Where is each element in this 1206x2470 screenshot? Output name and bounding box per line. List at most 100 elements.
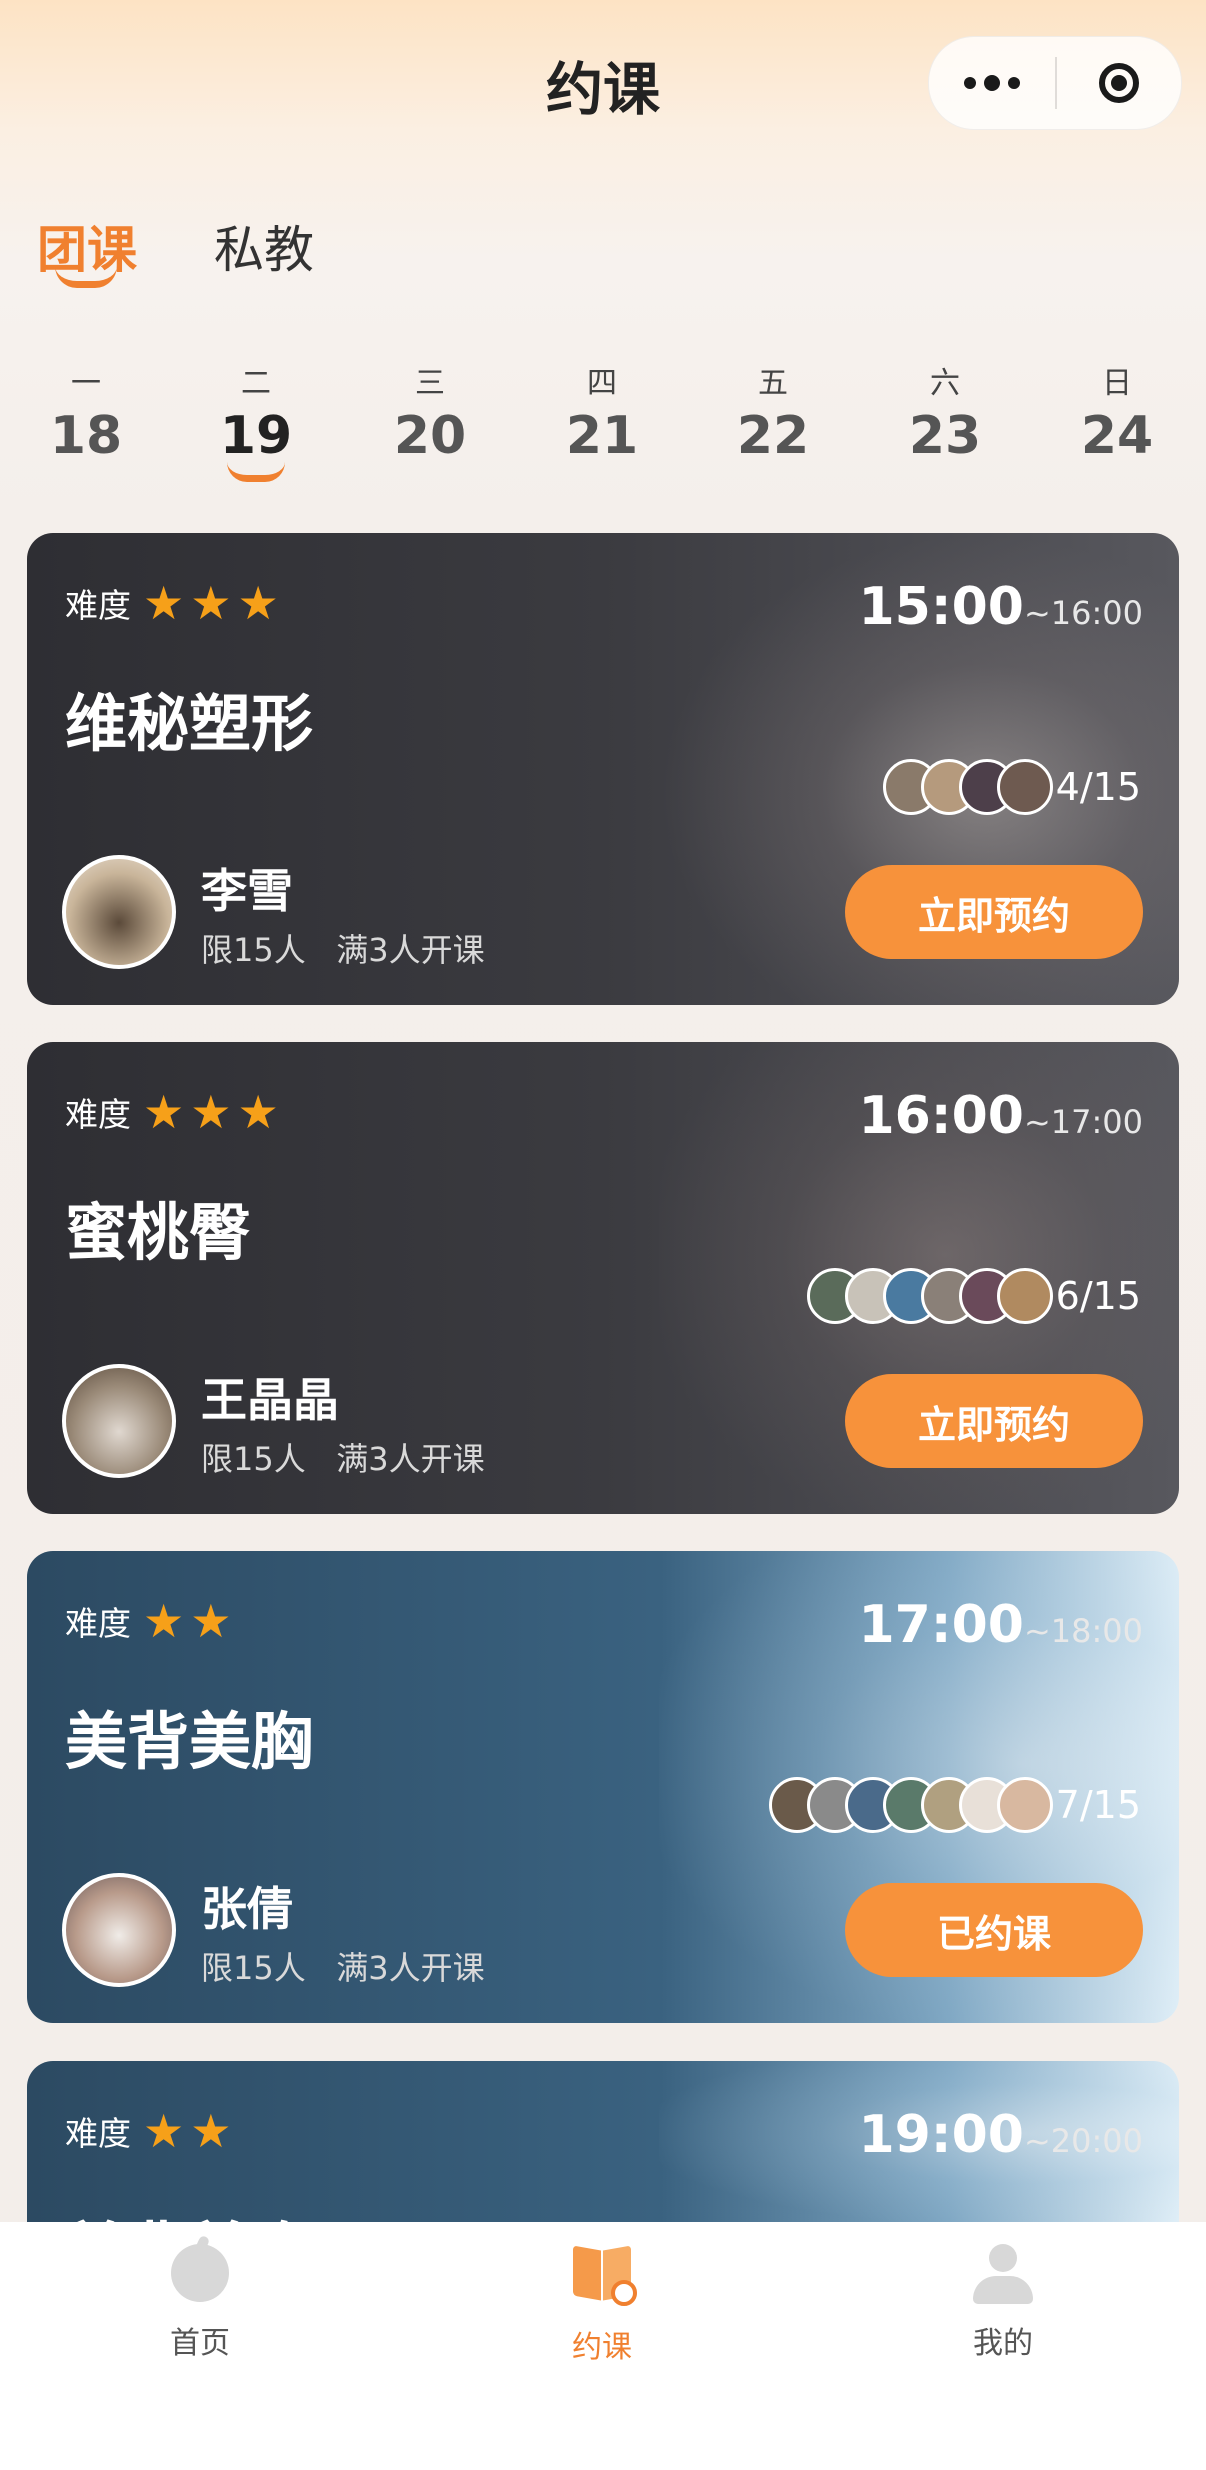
class-limit: 限15人 满3人开课 [201,1943,485,1989]
attendee-avatars [769,1777,1053,1833]
class-limit: 限15人 满3人开课 [201,1434,485,1480]
tabbar-label: 我的 [973,2326,1033,2361]
profile-icon [973,2244,1033,2304]
tabbar-label: 首页 [170,2326,230,2361]
star-rating-icon: ★★ [143,2104,238,2158]
start-time: 19:00 [858,2105,1024,2165]
avatar [997,759,1053,815]
avatar [997,1268,1053,1324]
avatar [997,1777,1053,1833]
tabbar-item-profile[interactable]: 我的 [903,2244,1103,2362]
date-number: 23 [908,406,982,466]
attendee-avatars [807,1268,1053,1324]
date-number: 21 [565,406,639,466]
course-card[interactable]: 难度 ★★★ 16:00~17:00 蜜桃臀 6/15 王晶晶 限15人 满3人… [27,1042,1179,1514]
booking-icon [572,2245,637,2308]
day-wed[interactable]: 三 20 [360,364,500,466]
tabbar-label: 约课 [572,2330,632,2365]
tab-active-indicator [55,266,117,288]
day-sun[interactable]: 日 24 [1047,364,1187,466]
weekday-label: 四 [587,366,617,401]
day-sat[interactable]: 六 23 [875,364,1015,466]
end-time: ~20:00 [1023,2122,1143,2160]
course-time: 16:00~17:00 [858,1086,1143,1146]
attendee-avatars [883,759,1053,815]
bottom-tab-bar: 首页 约课 我的 [0,2222,1206,2470]
day-fri[interactable]: 五 22 [703,364,843,466]
course-time: 19:00~20:00 [858,2105,1143,2165]
course-card[interactable]: 难度 ★★ 19:00~20:00 美背美胸 [27,2061,1179,2222]
booked-count: 7/15 [1055,1783,1141,1827]
dot [1008,77,1020,89]
booked-button[interactable]: 已约课 [845,1883,1143,1977]
weekday-label: 三 [415,366,445,401]
capacity-text: 限15人 [201,1440,306,1478]
tabbar-item-booking[interactable]: 约课 [502,2244,702,2366]
selected-day-indicator [227,462,285,482]
weekday-label: 六 [930,366,960,401]
end-time: ~16:00 [1023,594,1143,632]
difficulty-label: 难度 [65,586,131,625]
coach-avatar [62,1873,176,1987]
coach-name: 王晶晶 [201,1373,339,1427]
coach-name: 张倩 [201,1882,293,1936]
min-size-text: 满3人开课 [336,1949,485,1987]
end-time: ~17:00 [1023,1103,1143,1141]
start-time: 17:00 [858,1595,1024,1655]
course-time: 17:00~18:00 [858,1595,1143,1655]
course-time: 15:00~16:00 [858,577,1143,637]
difficulty: 难度 ★★ [65,1597,237,1645]
star-rating-icon: ★★★ [143,1085,285,1139]
course-card[interactable]: 难度 ★★ 17:00~18:00 美背美胸 7/15 张倩 限15人 满3人开… [27,1551,1179,2023]
end-time: ~18:00 [1023,1612,1143,1650]
min-size-text: 满3人开课 [336,931,485,969]
day-thu[interactable]: 四 21 [532,364,672,466]
dot [984,75,1000,91]
coach-avatar [62,855,176,969]
booked-count: 6/15 [1055,1274,1141,1318]
weekday-label: 五 [758,366,788,401]
weekday-label: 一 [71,366,101,401]
more-menu-button[interactable] [929,37,1055,129]
star-rating-icon: ★★★ [143,576,285,630]
coach-avatar [62,1364,176,1478]
course-name: 维秘塑形 [65,687,314,760]
day-mon[interactable]: 一 18 [16,364,156,466]
difficulty-label: 难度 [65,1604,131,1643]
book-now-button[interactable]: 立即预约 [845,1374,1143,1468]
date-number: 19 [219,406,293,466]
date-number: 20 [393,406,467,466]
difficulty: 难度 ★★★ [65,1088,285,1136]
min-size-text: 满3人开课 [336,1440,485,1478]
course-card[interactable]: 难度 ★★★ 15:00~16:00 维秘塑形 4/15 李雪 限15人 满3人… [27,533,1179,1005]
difficulty-label: 难度 [65,1095,131,1134]
difficulty: 难度 ★★★ [65,579,285,627]
course-name: 美背美胸 [65,2201,313,2222]
capacity-text: 限15人 [201,931,306,969]
capacity-text: 限15人 [201,1949,306,1987]
start-time: 15:00 [858,577,1024,637]
target-icon [1099,63,1139,103]
weekday-label: 二 [241,366,271,401]
dot [964,77,976,89]
miniapp-capsule [928,36,1182,130]
tab-private-class[interactable]: 私教 [214,210,314,282]
date-number: 22 [736,406,810,466]
difficulty: 难度 ★★ [65,2107,237,2155]
close-miniapp-button[interactable] [1057,37,1181,129]
day-tue[interactable]: 二 19 [186,364,326,466]
difficulty-label: 难度 [65,2114,131,2153]
book-now-button[interactable]: 立即预约 [845,865,1143,959]
start-time: 16:00 [858,1086,1024,1146]
home-icon [170,2244,230,2304]
star-rating-icon: ★★ [143,1594,238,1648]
date-number: 24 [1080,406,1154,466]
course-name: 蜜桃臀 [65,1196,252,1269]
course-name: 美背美胸 [65,1705,314,1778]
tabbar-item-home[interactable]: 首页 [100,2244,300,2362]
booked-count: 4/15 [1055,765,1141,809]
date-number: 18 [49,406,123,466]
weekday-label: 日 [1102,366,1132,401]
coach-name: 李雪 [201,864,293,918]
class-limit: 限15人 满3人开课 [201,925,485,971]
